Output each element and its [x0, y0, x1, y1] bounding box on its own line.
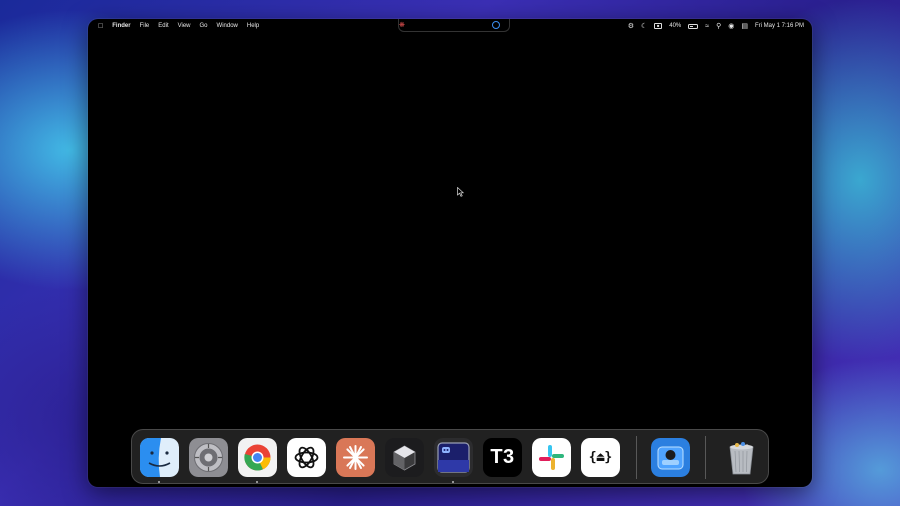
gear-icon[interactable]: ⚙: [628, 23, 634, 30]
clock[interactable]: Fri May 1 7:16 PM: [755, 23, 804, 29]
menu-view[interactable]: View: [178, 23, 191, 29]
display-screen:  Finder File Edit View Go Window Help ❋…: [88, 19, 812, 487]
monitor-icon: [434, 438, 473, 477]
running-indicator: [256, 481, 258, 483]
preview-icon: [651, 438, 690, 477]
dock-system-settings[interactable]: [189, 438, 228, 477]
dock-trash[interactable]: [722, 438, 761, 477]
app-menu-finder[interactable]: Finder: [112, 23, 130, 29]
siri-icon[interactable]: ◉: [728, 23, 734, 30]
search-icon[interactable]: ⚲: [716, 23, 721, 30]
chrome-icon: [238, 438, 277, 477]
dock: T3 {⏏}: [131, 429, 769, 484]
dock-divider: [636, 436, 637, 479]
menu-file[interactable]: File: [140, 23, 150, 29]
gear-icon: [189, 438, 228, 477]
status-circle-icon[interactable]: [492, 21, 500, 29]
battery-icon[interactable]: [688, 23, 699, 29]
dock-divider: [705, 436, 706, 479]
dock-claude[interactable]: [336, 438, 375, 477]
menu-help[interactable]: Help: [247, 23, 259, 29]
cursor-app-icon: [385, 438, 424, 477]
menu-left:  Finder File Edit View Go Window Help: [88, 23, 259, 30]
trash-icon: [729, 442, 754, 475]
dock-screen-app[interactable]: [434, 438, 473, 477]
claude-icon: [336, 438, 375, 477]
menu-bar:  Finder File Edit View Go Window Help ❋…: [88, 19, 812, 33]
dock-preview[interactable]: [651, 438, 690, 477]
wifi-icon[interactable]: ≈: [705, 23, 709, 30]
dock-cursor[interactable]: [385, 438, 424, 477]
running-indicator: [158, 481, 160, 483]
menu-right: ⚙ ☾ ■ 40% ≈ ⚲ ◉ ▤ Fri May 1 7:16 PM: [628, 19, 804, 33]
mouse-cursor-icon: [457, 187, 464, 197]
menu-window[interactable]: Window: [217, 23, 238, 29]
code-app-label: {⏏}: [588, 450, 613, 465]
running-indicator: [452, 481, 454, 483]
control-center-icon[interactable]: ▤: [741, 23, 748, 30]
apple-icon[interactable]: : [98, 23, 103, 30]
moon-icon[interactable]: ☾: [641, 23, 647, 30]
menu-go[interactable]: Go: [200, 23, 208, 29]
slack-icon: [532, 438, 571, 477]
dock-chrome[interactable]: [238, 438, 277, 477]
t3-label: T3: [490, 446, 515, 468]
menu-edit[interactable]: Edit: [158, 23, 168, 29]
display-icon[interactable]: ■: [654, 23, 663, 29]
battery-percent: 40%: [669, 23, 682, 29]
dock-slack[interactable]: [532, 438, 571, 477]
dock-chatgpt[interactable]: [287, 438, 326, 477]
chatgpt-icon: [287, 438, 326, 477]
dock-finder[interactable]: [140, 438, 179, 477]
dock-t3[interactable]: T3: [483, 438, 522, 477]
bug-icon[interactable]: ❋: [399, 22, 407, 30]
finder-icon: [140, 438, 179, 477]
dock-code-app[interactable]: {⏏}: [581, 438, 620, 477]
